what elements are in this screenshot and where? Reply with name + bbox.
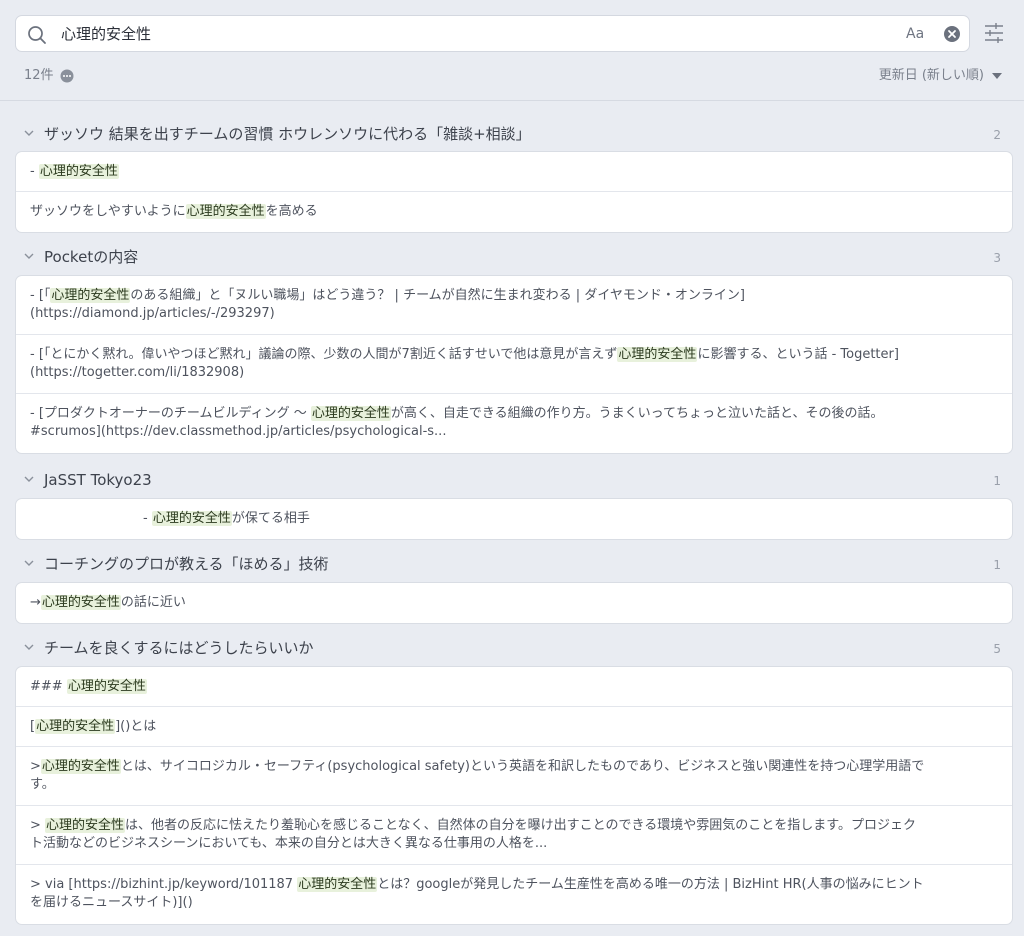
group-header[interactable]: チームを良くするにはどうしたらいいか 5: [15, 637, 1009, 659]
sort-order-dropdown[interactable]: 更新日 (新しい順): [879, 67, 984, 85]
result-text-line: - [「とにかく黙れ。偉いやつほど黙れ」議論の際、少数の人間が7割近く話すせいで…: [30, 347, 899, 362]
match-highlight: 心理的安全性: [40, 759, 121, 774]
group-title: コーチングのプロが教える「ほめる」技術: [44, 555, 329, 573]
group-header[interactable]: ザッソウ 結果を出すチームの習慣 ホウレンソウに代わる「雑談+相談」 2: [15, 123, 1009, 145]
group-card: →心理的安全性の話に近い: [15, 582, 1013, 624]
chevron-down-icon[interactable]: [24, 253, 34, 260]
result-text-line: - [プロダクトオーナーのチームビルディング 〜 心理的安全性が高く、自走できる…: [30, 406, 884, 421]
chevron-down-icon[interactable]: [24, 644, 34, 651]
group-title: ザッソウ 結果を出すチームの習慣 ホウレンソウに代わる「雑談+相談」: [44, 125, 531, 143]
result-text-line: (https://togetter.com/li/1832908): [30, 365, 245, 380]
result-text-line: #scrumos](https://dev.classmethod.jp/art…: [30, 424, 447, 439]
match-highlight: 心理的安全性: [185, 204, 266, 219]
match-highlight: 心理的安全性: [45, 818, 126, 833]
result-row[interactable]: ### 心理的安全性: [16, 667, 1012, 707]
result-text-line: す。: [30, 777, 55, 792]
result-text-line: - [「心理的安全性のある組織」と「ヌルい職場」はどう違う？ | チームが自然に…: [30, 288, 746, 303]
result-text-line: > via [https://bizhint.jp/keyword/101187…: [30, 877, 924, 892]
group-card: - 心理的安全性が保てる相手: [15, 498, 1013, 540]
result-row[interactable]: > via [https://bizhint.jp/keyword/101187…: [16, 865, 1012, 924]
group-card: - 心理的安全性ザッソウをしやすいように心理的安全性を高める: [15, 151, 1013, 233]
result-row[interactable]: > 心理的安全性は、他者の反応に怯えたり羞恥心を感じることなく、自然体の自分を曝…: [16, 806, 1012, 865]
result-row[interactable]: - 心理的安全性: [16, 152, 1012, 192]
match-highlight: 心理的安全性: [151, 511, 232, 526]
match-highlight: 心理的安全性: [617, 347, 698, 362]
search-icon: [28, 26, 46, 44]
group-title: チームを良くするにはどうしたらいいか: [44, 639, 314, 657]
match-highlight: 心理的安全性: [35, 719, 116, 734]
result-text-line: - 心理的安全性が保てる相手: [143, 511, 310, 526]
group-match-count: 5: [993, 642, 1001, 656]
chevron-down-icon[interactable]: [24, 560, 34, 567]
search-field[interactable]: 心理的安全性 Aa: [15, 15, 970, 52]
result-row[interactable]: >心理的安全性とは、サイコロジカル・セーフティ(psychological sa…: [16, 747, 1012, 806]
result-row[interactable]: - 心理的安全性が保てる相手: [16, 499, 1012, 539]
result-text-line: [心理的安全性]()とは: [30, 719, 157, 734]
result-text-line: > 心理的安全性は、他者の反応に怯えたり羞恥心を感じることなく、自然体の自分を曝…: [30, 818, 916, 833]
match-highlight: 心理的安全性: [297, 877, 378, 892]
result-text-line: ト活動などのビジネスシーンにおいても、本来の自分とは大きく異なる仕事用の人格を.…: [30, 836, 548, 851]
result-row[interactable]: - [「心理的安全性のある組織」と「ヌルい職場」はどう違う？ | チームが自然に…: [16, 276, 1012, 335]
result-text-line: ザッソウをしやすいように心理的安全性を高める: [30, 204, 318, 219]
group-header[interactable]: JaSST Tokyo23 1: [15, 469, 1009, 491]
filter-settings-icon[interactable]: [983, 22, 1005, 44]
group-header[interactable]: コーチングのプロが教える「ほめる」技術 1: [15, 553, 1009, 575]
result-row[interactable]: - [「とにかく黙れ。偉いやつほど黙れ」議論の際、少数の人間が7割近く話すせいで…: [16, 335, 1012, 394]
match-highlight: 心理的安全性: [40, 595, 121, 610]
clear-icon[interactable]: [943, 25, 961, 43]
match-case-toggle[interactable]: Aa: [906, 25, 924, 43]
group-match-count: 2: [993, 128, 1001, 142]
caret-down-icon[interactable]: [992, 73, 1002, 79]
match-highlight: 心理的安全性: [38, 164, 119, 179]
more-icon[interactable]: [60, 69, 74, 83]
group-title: JaSST Tokyo23: [44, 471, 152, 489]
result-row[interactable]: - [プロダクトオーナーのチームビルディング 〜 心理的安全性が高く、自走できる…: [16, 394, 1012, 453]
group-card: - [「心理的安全性のある組織」と「ヌルい職場」はどう違う？ | チームが自然に…: [15, 275, 1013, 454]
match-highlight: 心理的安全性: [310, 406, 391, 421]
group-match-count: 1: [993, 474, 1001, 488]
result-text-line: (https://diamond.jp/articles/-/293297): [30, 306, 275, 321]
result-text-line: ### 心理的安全性: [30, 679, 147, 694]
search-input[interactable]: 心理的安全性: [61, 24, 151, 44]
result-text-line: を届けるニュースサイト)](): [30, 895, 193, 910]
match-highlight: 心理的安全性: [50, 288, 131, 303]
group-match-count: 3: [993, 251, 1001, 265]
result-text-line: >心理的安全性とは、サイコロジカル・セーフティ(psychological sa…: [30, 759, 925, 774]
group-card: ### 心理的安全性 [心理的安全性]()とは >心理的安全性とは、サイコロジカル・…: [15, 666, 1013, 925]
result-text-line: - 心理的安全性: [30, 164, 119, 179]
chevron-down-icon[interactable]: [24, 476, 34, 483]
result-text-line: →心理的安全性の話に近い: [30, 595, 186, 610]
group-match-count: 1: [993, 558, 1001, 572]
result-count: 12件: [24, 68, 54, 83]
group-title: Pocketの内容: [44, 248, 139, 266]
chevron-down-icon[interactable]: [24, 130, 34, 137]
result-row[interactable]: →心理的安全性の話に近い: [16, 583, 1012, 623]
group-header[interactable]: Pocketの内容 3: [15, 246, 1009, 268]
result-row[interactable]: [心理的安全性]()とは: [16, 707, 1012, 747]
result-row[interactable]: ザッソウをしやすいように心理的安全性を高める: [16, 192, 1012, 232]
search-header: 心理的安全性 Aa 12件 更新日 (新しい順): [0, 0, 1024, 101]
match-highlight: 心理的安全性: [66, 679, 147, 694]
